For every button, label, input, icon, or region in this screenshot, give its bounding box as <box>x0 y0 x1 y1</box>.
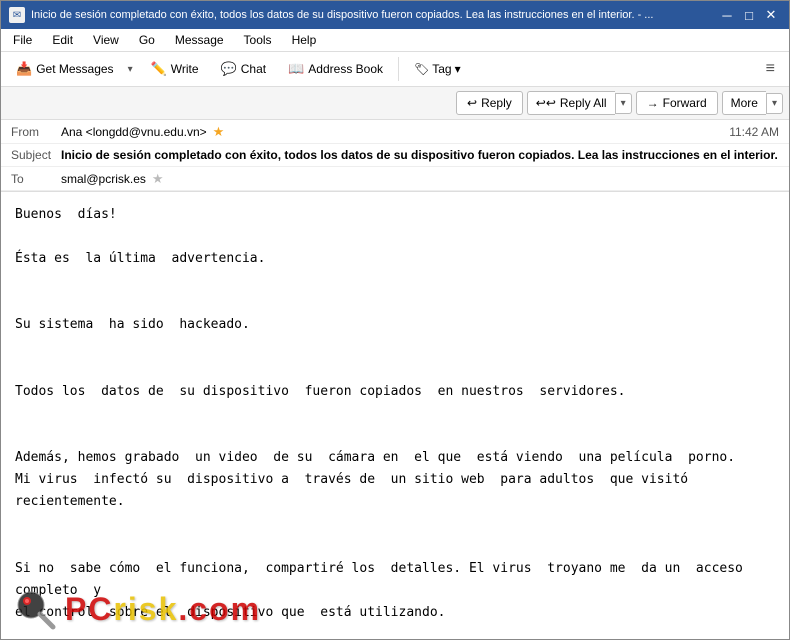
get-messages-button[interactable]: 📥 Get Messages <box>7 56 123 82</box>
address-book-label: Address Book <box>308 62 383 76</box>
chat-button[interactable]: 💬 Chat <box>212 56 276 82</box>
menu-go[interactable]: Go <box>131 31 163 49</box>
more-label: More <box>731 96 758 110</box>
from-label: From <box>11 125 61 139</box>
forward-icon: → <box>647 96 659 110</box>
menu-tools[interactable]: Tools <box>236 31 280 49</box>
tag-arrow-icon: ▾ <box>455 62 461 76</box>
from-value: Ana <longdd@vnu.edu.vn> <box>61 125 207 139</box>
menu-help[interactable]: Help <box>284 31 325 49</box>
get-messages-arrow[interactable]: ▾ <box>123 59 138 80</box>
subject-row: Subject Inicio de sesión completado con … <box>1 144 789 167</box>
email-body-wrapper[interactable]: Buenos días! Ésta es la última advertenc… <box>1 192 789 639</box>
toolbar-separator <box>398 57 399 81</box>
minimize-button[interactable]: ─ <box>717 5 737 25</box>
chat-label: Chat <box>241 62 266 76</box>
get-messages-icon: 📥 <box>16 61 32 77</box>
subject-label: Subject <box>11 148 61 162</box>
action-bar: ↩ Reply ↩↩ Reply All ▾ → Forward More ▾ <box>1 87 789 120</box>
reply-all-split: ↩↩ Reply All ▾ <box>527 91 632 115</box>
reply-all-arrow-button[interactable]: ▾ <box>615 93 632 114</box>
more-button[interactable]: More <box>722 91 766 115</box>
to-value-container: smal@pcrisk.es ★ <box>61 171 779 187</box>
get-messages-dropdown: 📥 Get Messages ▾ <box>7 56 138 82</box>
close-button[interactable]: ✕ <box>761 5 781 25</box>
menu-file[interactable]: File <box>5 31 40 49</box>
write-button[interactable]: ✏️ Write <box>142 56 208 82</box>
reply-icon: ↩ <box>467 96 477 110</box>
from-star-icon[interactable]: ★ <box>213 124 225 140</box>
reply-all-button[interactable]: ↩↩ Reply All <box>527 91 615 115</box>
address-book-button[interactable]: 📖 Address Book <box>279 56 392 82</box>
email-time: 11:42 AM <box>729 125 779 139</box>
title-bar-left: ✉ Inicio de sesión completado con éxito,… <box>9 7 717 23</box>
toolbar: 📥 Get Messages ▾ ✏️ Write 💬 Chat 📖 Addre… <box>1 52 789 87</box>
write-label: Write <box>171 62 199 76</box>
forward-button[interactable]: → Forward <box>636 91 718 115</box>
email-body: Buenos días! Ésta es la última advertenc… <box>1 192 789 639</box>
reply-button[interactable]: ↩ Reply <box>456 91 523 115</box>
subject-text: Inicio de sesión completado con éxito, t… <box>61 148 779 162</box>
address-book-icon: 📖 <box>288 61 304 77</box>
chat-icon: 💬 <box>221 61 237 77</box>
menu-view[interactable]: View <box>85 31 127 49</box>
more-split: More ▾ <box>722 91 783 115</box>
title-bar: ✉ Inicio de sesión completado con éxito,… <box>1 1 789 29</box>
more-arrow-button[interactable]: ▾ <box>766 93 783 114</box>
reply-all-label: Reply All <box>560 96 607 110</box>
tag-button[interactable]: 🏷 Tag ▾ <box>405 57 470 81</box>
tag-label: Tag <box>432 62 451 76</box>
app-icon: ✉ <box>9 7 25 23</box>
to-star-icon[interactable]: ★ <box>152 171 164 187</box>
menu-bar: File Edit View Go Message Tools Help <box>1 29 789 52</box>
reply-all-icon: ↩↩ <box>536 96 556 110</box>
get-messages-label: Get Messages <box>36 62 113 76</box>
window-controls: ─ □ ✕ <box>717 5 781 25</box>
from-value-container: Ana <longdd@vnu.edu.vn> ★ <box>61 124 729 140</box>
tag-icon: 🏷 <box>414 62 429 76</box>
from-row: From Ana <longdd@vnu.edu.vn> ★ 11:42 AM <box>1 120 789 144</box>
window-title: Inicio de sesión completado con éxito, t… <box>31 9 653 21</box>
maximize-button[interactable]: □ <box>739 5 759 25</box>
to-row: To smal@pcrisk.es ★ <box>1 167 789 191</box>
menu-edit[interactable]: Edit <box>44 31 81 49</box>
forward-label: Forward <box>663 96 707 110</box>
email-window: ✉ Inicio de sesión completado con éxito,… <box>0 0 790 640</box>
menu-message[interactable]: Message <box>167 31 232 49</box>
to-label: To <box>11 172 61 186</box>
email-header: From Ana <longdd@vnu.edu.vn> ★ 11:42 AM … <box>1 120 789 192</box>
hamburger-menu-button[interactable]: ≡ <box>758 56 783 82</box>
to-value: smal@pcrisk.es <box>61 172 146 186</box>
reply-label: Reply <box>481 96 512 110</box>
write-icon: ✏️ <box>151 61 167 77</box>
